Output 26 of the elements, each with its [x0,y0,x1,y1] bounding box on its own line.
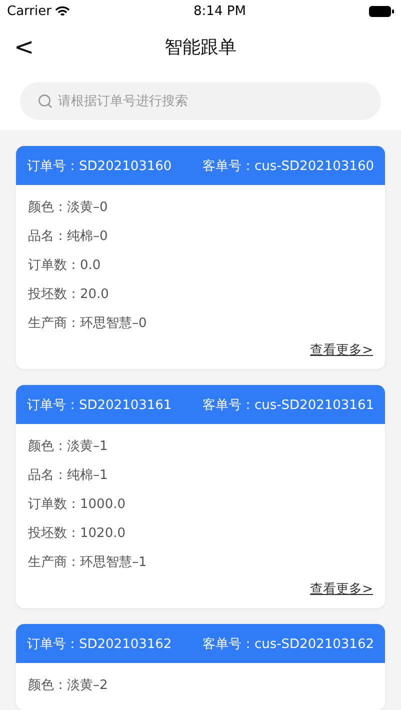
order-field: 订单数：0.0 [28,251,373,280]
order-field: 颜色：淡黄–0 [28,193,373,222]
status-time: 8:14 PM [194,4,246,18]
page-title: 智能跟单 [164,36,236,59]
view-more-link[interactable]: 查看更多> [310,580,373,598]
order-field: 颜色：淡黄–1 [28,432,373,461]
order-number: 订单号：SD202103160 [27,158,172,174]
search-field[interactable]: 请根据订单号进行搜索 [20,82,381,120]
order-field: 品名：纯棉–1 [28,461,373,490]
order-field: 投坯数：1020.0 [28,519,373,548]
order-field: 生产商：环思智慧–0 [28,309,373,338]
order-number: 订单号：SD202103161 [27,396,172,414]
order-field: 订单数：1000.0 [28,490,373,519]
carrier-label: Carrier [7,4,52,18]
view-more-link[interactable]: 查看更多> [310,341,373,359]
order-field: 生产商：环思智慧–1 [28,548,373,577]
customer-number: 客单号：cus-SD202103161 [202,396,374,414]
order-field: 品名：纯棉–0 [28,222,373,251]
back-button[interactable]: < [10,34,38,60]
order-field: 颜色：淡黄–2 [28,671,373,700]
battery-icon [368,6,394,16]
order-field: 投坯数：20.0 [28,280,373,309]
customer-number: 客单号：cus-SD202103162 [202,636,374,652]
order-number: 订单号：SD202103162 [27,636,172,652]
customer-number: 客单号：cus-SD202103160 [202,158,374,174]
wifi-icon [55,6,70,16]
